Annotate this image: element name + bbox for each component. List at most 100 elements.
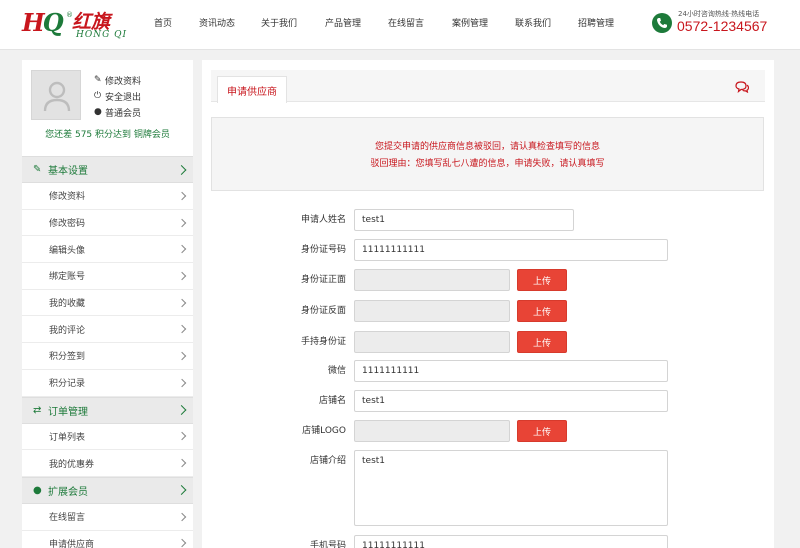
chevron-right-icon bbox=[177, 298, 187, 307]
sidebar-menu: ✎ 基本设置 修改资料 修改密码 编辑头像 绑定账号 我的收藏 我的评论 积分签… bbox=[22, 156, 193, 548]
nav-item-products[interactable]: 产品管理 bbox=[325, 16, 361, 29]
nav-item-messages[interactable]: 在线留言 bbox=[388, 16, 424, 29]
upload-id-front-button[interactable]: 上传 bbox=[517, 269, 567, 291]
form-row-shop-name: 店铺名 test1 bbox=[202, 390, 774, 412]
form-row-mobile: 手机号码 11111111111 bbox=[202, 535, 774, 548]
nav-item-news[interactable]: 资讯动态 bbox=[199, 16, 235, 29]
chevron-right-icon bbox=[176, 164, 187, 175]
id-back-path-input bbox=[354, 300, 510, 322]
sidebar-section-basic[interactable]: ✎ 基本设置 bbox=[22, 156, 193, 183]
id-front-path-input bbox=[354, 269, 510, 291]
form-row-shop-intro: 店铺介绍 test1 bbox=[202, 450, 774, 530]
sidebar-item-order-list[interactable]: 订单列表 bbox=[22, 424, 193, 451]
user-icon: ● bbox=[33, 484, 42, 496]
sidebar-item-label: 订单列表 bbox=[49, 432, 86, 443]
sidebar-item-edit-profile[interactable]: 修改资料 bbox=[22, 183, 193, 210]
section-title: 基本设置 bbox=[48, 166, 88, 177]
sidebar-item-label: 我的收藏 bbox=[49, 299, 86, 310]
field-label: 店铺介绍 bbox=[309, 456, 346, 466]
chevron-right-icon bbox=[177, 218, 187, 227]
hotline-number: 0572-1234567 bbox=[677, 18, 768, 34]
sidebar-item-label: 我的评论 bbox=[49, 325, 86, 336]
sidebar-item-apply-supplier[interactable]: 申请供应商 bbox=[22, 531, 193, 548]
sidebar-item-bind-account[interactable]: 绑定账号 bbox=[22, 263, 193, 290]
form-row-name: 申请人姓名 test1 bbox=[202, 209, 774, 231]
chevron-right-icon bbox=[177, 351, 187, 361]
points-progress-text: 您还差 575 积分达到 铜牌会员 bbox=[45, 130, 170, 140]
edit-icon: ✎ bbox=[94, 75, 102, 85]
tab-bar: 申请供应商 bbox=[211, 70, 765, 103]
sidebar-item-label: 修改密码 bbox=[49, 219, 86, 230]
hotline: 24小时咨询热线·热线电话 0572-1234567 bbox=[652, 9, 800, 41]
comments-icon[interactable] bbox=[735, 81, 749, 93]
chevron-right-icon bbox=[177, 271, 187, 281]
profile-link-label: 修改资料 bbox=[105, 76, 142, 87]
sidebar-section-extended[interactable]: ● 扩展会员 bbox=[22, 476, 193, 504]
member-level-link[interactable]: ● 普通会员 bbox=[94, 104, 141, 120]
shop-name-input[interactable]: test1 bbox=[354, 390, 668, 412]
chevron-right-icon bbox=[177, 539, 187, 548]
nav-item-jobs[interactable]: 招聘管理 bbox=[578, 16, 614, 29]
nav-item-contact[interactable]: 联系我们 bbox=[515, 16, 551, 29]
form-row-id-back: 身份证反面 上传 bbox=[202, 300, 774, 322]
upload-id-hold-button[interactable]: 上传 bbox=[517, 331, 567, 353]
main-panel: 申请供应商 您提交申请的供应商信息被驳回，请认真检查填写的信息 驳回理由：您填写… bbox=[202, 60, 774, 548]
field-label: 身份证反面 bbox=[300, 306, 346, 316]
sidebar-item-label: 申请供应商 bbox=[49, 539, 95, 548]
alert-message: 您提交申请的供应商信息被驳回，请认真检查填写的信息 bbox=[374, 142, 600, 152]
sidebar-item-checkin[interactable]: 积分签到 bbox=[22, 343, 193, 370]
exchange-icon: ⇄ bbox=[33, 404, 42, 416]
sidebar-item-label: 在线留言 bbox=[49, 513, 86, 524]
sidebar-item-label: 积分签到 bbox=[49, 352, 86, 363]
chevron-right-icon bbox=[177, 244, 187, 254]
shop-intro-textarea[interactable]: test1 bbox=[354, 450, 668, 526]
chevron-right-icon bbox=[177, 432, 187, 441]
form-row-id-front: 身份证正面 上传 bbox=[202, 269, 774, 291]
rejection-alert: 您提交申请的供应商信息被驳回，请认真检查填写的信息 驳回理由：您填写乱七八遭的信… bbox=[211, 117, 764, 191]
sidebar-item-favorites[interactable]: 我的收藏 bbox=[22, 290, 193, 317]
sidebar-item-label: 修改资料 bbox=[49, 192, 86, 203]
chevron-right-icon bbox=[176, 485, 187, 496]
user-icon: ● bbox=[94, 107, 102, 117]
form-row-id-hold: 手持身份证 上传 bbox=[202, 331, 774, 353]
applicant-name-input[interactable]: test1 bbox=[354, 209, 574, 231]
edit-icon: ✎ bbox=[33, 164, 42, 175]
sidebar-item-edit-avatar[interactable]: 编辑头像 bbox=[22, 236, 193, 264]
tab-apply-supplier[interactable]: 申请供应商 bbox=[217, 76, 287, 103]
phone-icon bbox=[652, 13, 672, 33]
chevron-right-icon bbox=[176, 405, 187, 415]
shop-logo-path-input bbox=[354, 420, 510, 442]
chevron-right-icon bbox=[177, 512, 187, 521]
id-number-input[interactable]: 11111111111 bbox=[354, 239, 668, 261]
sidebar-section-orders[interactable]: ⇄ 订单管理 bbox=[22, 396, 193, 424]
wechat-input[interactable]: 1111111111 bbox=[354, 360, 668, 382]
nav-item-about[interactable]: 关于我们 bbox=[261, 16, 297, 29]
site-header: HQ ® 红旗 HONG QI 首页 资讯动态 关于我们 产品管理 在线留言 案… bbox=[0, 0, 800, 50]
member-sidebar: ✎ 修改资料 ⏻ 安全退出 ● 普通会员 您还差 575 积分达到 铜牌会员 ✎… bbox=[22, 60, 193, 548]
sidebar-item-comments[interactable]: 我的评论 bbox=[22, 316, 193, 344]
field-label: 店铺LOGO bbox=[302, 426, 346, 436]
field-label: 手持身份证 bbox=[300, 337, 346, 347]
sidebar-item-coupons[interactable]: 我的优惠券 bbox=[22, 450, 193, 477]
logout-link[interactable]: ⏻ 安全退出 bbox=[94, 88, 141, 104]
avatar[interactable] bbox=[31, 70, 81, 120]
sidebar-item-online-message[interactable]: 在线留言 bbox=[22, 504, 193, 531]
upload-shop-logo-button[interactable]: 上传 bbox=[517, 420, 567, 442]
form-row-shop-logo: 店铺LOGO 上传 bbox=[202, 420, 774, 442]
alert-reason: 驳回理由：您填写乱七八遭的信息，申请失败，请认真填写 bbox=[370, 159, 605, 169]
nav-item-cases[interactable]: 案例管理 bbox=[452, 16, 488, 29]
sidebar-item-points-log[interactable]: 积分记录 bbox=[22, 370, 193, 397]
form-row-wechat: 微信 1111111111 bbox=[202, 360, 774, 382]
nav-item-home[interactable]: 首页 bbox=[154, 16, 172, 29]
sidebar-item-change-password[interactable]: 修改密码 bbox=[22, 210, 193, 237]
field-label: 微信 bbox=[327, 366, 346, 376]
section-title: 扩展会员 bbox=[48, 486, 88, 498]
edit-profile-link[interactable]: ✎ 修改资料 bbox=[94, 72, 141, 88]
sidebar-item-label: 积分记录 bbox=[49, 379, 86, 390]
field-label: 身份证正面 bbox=[300, 275, 346, 285]
sidebar-item-label: 我的优惠券 bbox=[49, 459, 95, 470]
profile-link-label: 普通会员 bbox=[105, 108, 142, 119]
upload-id-back-button[interactable]: 上传 bbox=[517, 300, 567, 322]
chevron-right-icon bbox=[177, 378, 187, 387]
mobile-input[interactable]: 11111111111 bbox=[354, 535, 668, 548]
